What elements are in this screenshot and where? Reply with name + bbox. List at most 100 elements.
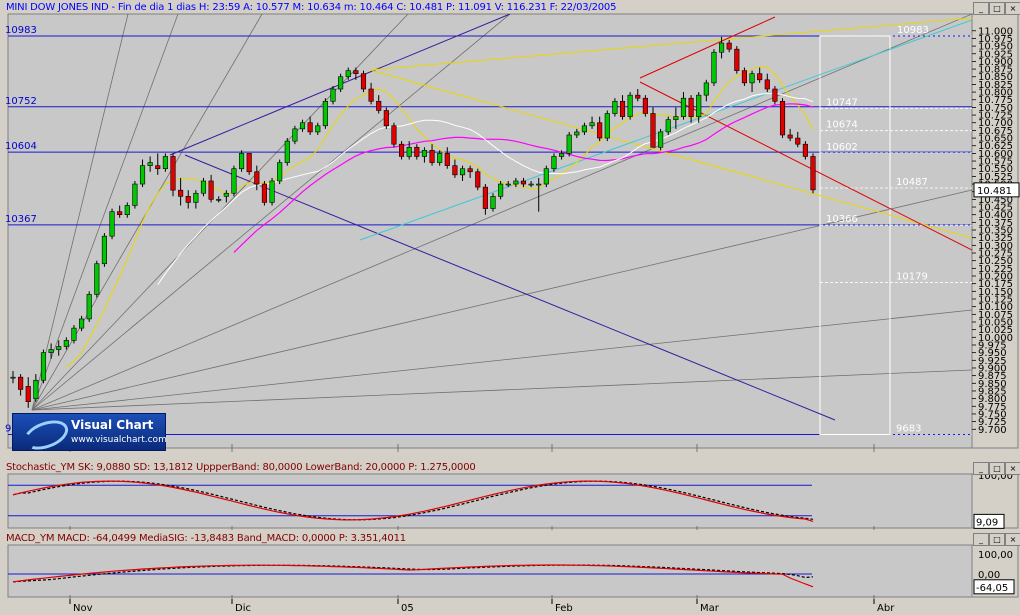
candle xyxy=(482,186,488,209)
candle xyxy=(467,168,473,173)
candle xyxy=(208,180,214,200)
candle xyxy=(749,73,755,84)
macd-panel[interactable]: 100,00 0,00 -64,05 MACD_YM MACD: -64,0499 … xyxy=(0,531,1020,599)
candle xyxy=(795,137,801,145)
candle xyxy=(277,162,283,182)
fibonacci-label: 10487 xyxy=(896,177,928,188)
candle xyxy=(498,183,504,197)
maximize-icon[interactable]: □ xyxy=(989,462,1005,475)
month-label: Nov xyxy=(73,603,93,614)
candle xyxy=(315,125,321,133)
candle xyxy=(711,51,717,84)
candle xyxy=(117,211,123,215)
candle xyxy=(360,73,367,90)
candle xyxy=(101,235,107,265)
maximize-icon[interactable]: □ xyxy=(989,533,1005,546)
price-panel[interactable]: 10983 10752 10604 10367 9683 10983 10747 10674 1… xyxy=(0,0,1020,452)
candle xyxy=(299,122,306,130)
axis-bg xyxy=(0,599,1020,615)
candle xyxy=(170,156,176,191)
date-axis: Nov Dic 05 Feb Mar Abr xyxy=(0,599,1020,615)
price-tick-label: 9.700 xyxy=(978,425,1007,436)
candle xyxy=(696,94,702,117)
candle xyxy=(185,196,191,203)
candle xyxy=(414,146,420,157)
candle xyxy=(406,146,412,157)
candle xyxy=(513,180,519,185)
candle xyxy=(292,128,298,142)
candle xyxy=(459,168,466,176)
candle xyxy=(200,180,207,194)
stoch-last-label: 9,09 xyxy=(976,517,998,528)
logo-name: Visual Chart xyxy=(71,418,154,432)
candle xyxy=(566,134,572,154)
candle xyxy=(338,76,344,90)
price-chart[interactable]: 10983 10752 10604 10367 9683 10983 10747 10674 1… xyxy=(0,0,1020,452)
candle xyxy=(787,134,793,139)
macd-header: MACD_YM MACD: -64,0499 MediaSIG: -13,848… xyxy=(6,533,406,544)
candle xyxy=(452,165,458,176)
maximize-icon[interactable]: □ xyxy=(989,2,1005,15)
minimize-icon[interactable]: _ xyxy=(973,2,989,15)
candle xyxy=(353,70,359,74)
plot-background xyxy=(7,544,973,598)
candle xyxy=(231,168,237,194)
candle xyxy=(429,150,435,163)
candle xyxy=(604,113,610,139)
candle xyxy=(642,97,648,114)
level-label: 10367 xyxy=(5,214,37,225)
candle xyxy=(155,165,161,170)
month-label: Abr xyxy=(877,603,895,614)
candle xyxy=(178,189,184,197)
candle xyxy=(330,88,336,102)
visual-chart-logo: Visual Chart www.visualchart.com xyxy=(12,413,167,456)
candle xyxy=(139,165,146,185)
candle xyxy=(94,263,100,295)
month-label: Feb xyxy=(555,603,573,614)
candle xyxy=(764,79,770,90)
month-label: Mar xyxy=(700,603,720,614)
candle xyxy=(665,119,671,133)
candle xyxy=(63,340,69,347)
candle xyxy=(658,131,664,148)
close-icon[interactable]: × xyxy=(1005,462,1020,475)
stochastic-panel[interactable]: 100,00 9,09 Stochastic_YM SK: 9,0880 SD: … xyxy=(0,460,1020,530)
candle xyxy=(147,162,153,166)
candle xyxy=(33,379,39,399)
candle xyxy=(673,116,679,120)
close-icon[interactable]: × xyxy=(1005,533,1020,546)
candle xyxy=(284,140,290,163)
close-icon[interactable]: × xyxy=(1005,2,1020,15)
candle xyxy=(376,100,382,111)
candle xyxy=(383,110,389,127)
plot-background xyxy=(7,473,973,529)
candle xyxy=(490,196,496,209)
month-label: Dic xyxy=(235,603,251,614)
minimize-icon[interactable]: _ xyxy=(973,533,989,546)
candle xyxy=(810,156,816,191)
candle xyxy=(650,113,656,148)
candle xyxy=(444,153,450,166)
month-label: 05 xyxy=(401,603,414,614)
minimize-icon[interactable]: _ xyxy=(973,462,989,475)
fibonacci-label: 9683 xyxy=(896,424,921,435)
candle xyxy=(56,346,62,350)
candle xyxy=(261,183,267,203)
fibonacci-label: 10983 xyxy=(897,25,929,36)
candle xyxy=(368,88,374,102)
candle xyxy=(581,125,587,133)
candle xyxy=(741,70,747,84)
candle xyxy=(802,143,808,157)
candle xyxy=(162,156,168,170)
swoosh-icon xyxy=(19,414,73,456)
candle xyxy=(520,180,527,185)
fibonacci-label: 10602 xyxy=(826,142,858,153)
candle xyxy=(307,122,313,133)
candle xyxy=(627,94,633,117)
candle xyxy=(322,100,328,127)
fibonacci-label: 10674 xyxy=(826,120,858,131)
candle xyxy=(757,73,763,81)
candle xyxy=(543,168,549,185)
candle xyxy=(18,376,24,390)
level-label: 10983 xyxy=(5,25,37,36)
